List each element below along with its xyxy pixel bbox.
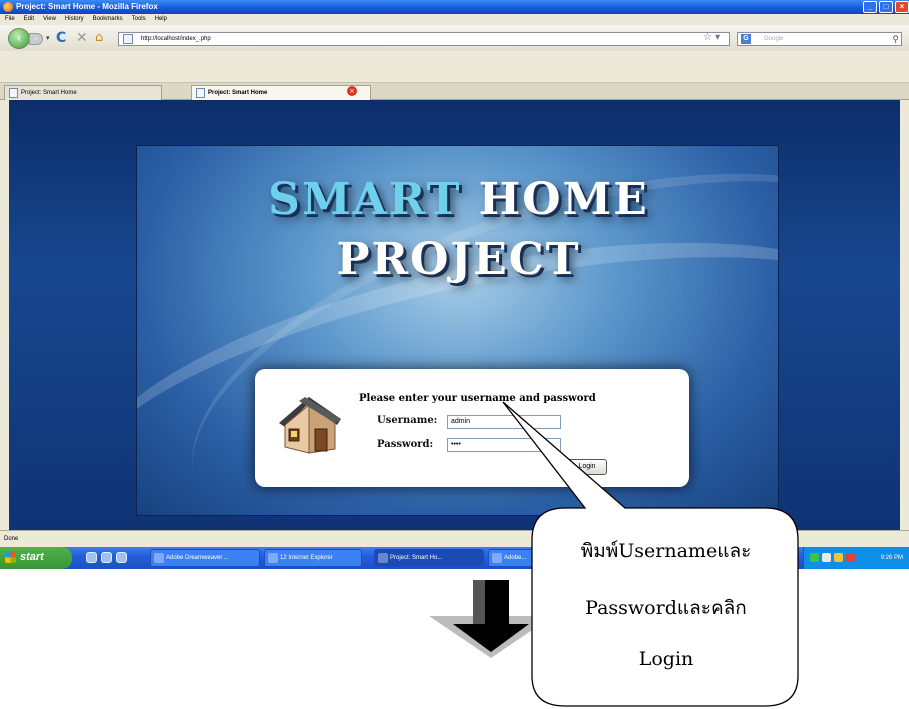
page-icon [123,34,133,44]
login-form: Please enter your username and password … [255,369,689,487]
menu-edit[interactable]: Edit [24,14,34,25]
bookmarks-toolbar [0,51,909,83]
tab-strip: Project: Smart Home Project: Smart Home … [0,83,909,100]
url-field[interactable]: http://localhost/index_.php [118,32,730,46]
google-icon[interactable]: G [741,34,751,44]
logo-word-home: HOME [478,174,649,225]
window-controls: _ □ × [863,1,909,13]
taskbar-button[interactable]: 12 Internet Explorer [264,549,362,567]
back-button[interactable]: ‹ [8,28,30,49]
minimize-button[interactable]: _ [863,1,877,13]
tab-label: Project: Smart Home [21,90,77,96]
start-label: start [20,551,44,563]
logo-word-smart: SMART [268,174,462,225]
firefox-icon [378,553,388,563]
clock: 9:26 PM [880,555,903,561]
login-heading: Please enter your username and password [359,393,596,404]
forward-button[interactable]: › [29,33,43,45]
history-dropdown-icon[interactable]: ▾ [46,34,50,42]
menu-bar: File Edit View History Bookmarks Tools H… [0,14,909,25]
password-label: Password: [377,439,434,450]
quick-launch-icon[interactable] [116,552,127,563]
url-text: http://localhost/index_.php [141,36,211,42]
callout-line-2: Passwordและคลิก [585,597,747,619]
stop-icon[interactable]: ✕ [76,30,88,46]
taskbar-button-active[interactable]: Project: Smart Ho... [374,549,484,567]
windows-logo-icon [5,552,16,563]
username-label: Username: [377,415,438,426]
tab-page-icon [9,88,18,98]
username-field[interactable]: admin [447,415,561,429]
menu-history[interactable]: History [65,14,84,25]
start-button[interactable]: start [0,547,72,569]
search-placeholder: Google [764,36,784,42]
logo-line-2: PROJECT [336,234,581,285]
web-page: SMART HOME PROJECT Please enter your use… [9,100,900,530]
tray-icon[interactable] [834,553,843,562]
quick-launch-icon[interactable] [86,552,97,563]
tab-1[interactable]: Project: Smart Home [4,85,162,100]
tab-2[interactable]: Project: Smart Home [191,85,371,100]
login-button[interactable]: Login [567,459,607,475]
search-icon[interactable]: ⚲ [892,33,899,45]
password-field[interactable]: •••• [447,438,561,452]
tray-icon[interactable] [810,553,819,562]
callout-line-3: Login [638,648,694,670]
quick-launch-icon[interactable] [101,552,112,563]
close-button[interactable]: × [895,1,909,13]
home-icon[interactable]: ⌂ [95,30,103,45]
taskbar-button-label: Adobe... [504,555,527,561]
menu-file[interactable]: File [5,14,15,25]
screenshot: Project: Smart Home - Mozilla Firefox _ … [0,0,909,569]
tray-icon[interactable] [846,553,855,562]
bookmark-star-icon[interactable]: ☆ ▾ [703,32,720,43]
system-tray: 9:26 PM [803,547,909,569]
dreamweaver-icon [154,553,164,563]
adobe-icon [492,553,502,563]
window-title: Project: Smart Home - Mozilla Firefox [16,2,158,11]
menu-tools[interactable]: Tools [132,14,146,25]
taskbar-button[interactable]: Adobe Dreamweaver ... [150,549,260,567]
menu-help[interactable]: Help [155,14,167,25]
menu-view[interactable]: View [43,14,56,25]
callout-line-1: พิมพ์Usernameและ [580,540,752,562]
figure-root: { "window": { "title": "Project: Smart H… [0,0,909,709]
quick-launch [86,552,127,563]
maximize-button[interactable]: □ [879,1,893,13]
reload-icon[interactable]: C [56,30,66,46]
taskbar-button-label: 12 Internet Explorer [280,555,333,561]
firefox-icon [3,2,13,12]
tab-label: Project: Smart Home [208,90,268,96]
tab-close-icon[interactable]: × [347,86,357,96]
tab-page-icon [196,88,205,98]
menu-bookmarks[interactable]: Bookmarks [93,14,123,25]
taskbar-button-label: Project: Smart Ho... [390,555,443,561]
internet-explorer-icon [268,553,278,563]
search-field[interactable]: G Google ⚲ [737,32,902,46]
logo-line-1: SMART HOME [137,174,778,225]
taskbar-button-label: Adobe Dreamweaver ... [166,555,230,561]
window-titlebar: Project: Smart Home - Mozilla Firefox _ … [0,0,909,14]
tray-icon[interactable] [822,553,831,562]
navigation-toolbar: ‹ › ▾ C ✕ ⌂ http://localhost/index_.php … [0,25,909,51]
house-icon [279,397,341,454]
login-page-panel: SMART HOME PROJECT Please enter your use… [136,145,779,516]
